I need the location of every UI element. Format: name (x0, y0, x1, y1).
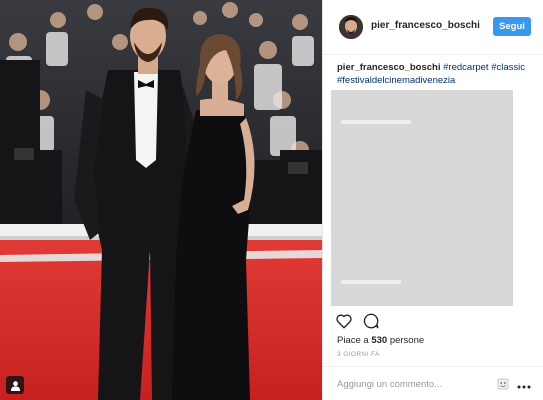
post-side-panel: pier_francesco_boschi Segui pier_frances… (322, 0, 543, 400)
like-button[interactable] (335, 312, 353, 330)
comments-loading-area (331, 90, 513, 306)
likes-number: 530 (371, 335, 388, 346)
photo-illustration (0, 0, 322, 400)
more-options-button[interactable] (517, 377, 531, 395)
heart-icon (336, 314, 352, 329)
post-timestamp: 3 GIORNI FA (337, 351, 380, 358)
add-comment-bar (323, 366, 543, 400)
hashtag-link[interactable]: #redcarpet (443, 62, 488, 73)
follow-button[interactable]: Segui (493, 17, 531, 36)
likes-suffix: persone (389, 335, 425, 346)
post-photo[interactable] (0, 0, 322, 400)
hashtag-link[interactable]: #festivaldelcinemadivenezia (337, 75, 455, 86)
comments-scrollbar[interactable] (538, 90, 543, 306)
likes-count[interactable]: Piace a 530 persone (337, 335, 424, 346)
placeholder-line (341, 120, 411, 124)
likes-prefix: Piace a (337, 335, 369, 346)
more-options-icon (517, 385, 531, 389)
username-link[interactable]: pier_francesco_boschi (371, 20, 480, 31)
hashtag-link[interactable]: #classic (491, 62, 525, 73)
tagged-people-button[interactable] (6, 376, 24, 394)
placeholder-line (341, 280, 401, 284)
comment-options (497, 377, 531, 395)
post-actions (335, 310, 380, 332)
post-header: pier_francesco_boschi Segui (323, 0, 543, 55)
person-tag-icon (10, 380, 20, 391)
instagram-post-window: pier_francesco_boschi Segui pier_frances… (0, 0, 543, 400)
avatar[interactable] (339, 15, 363, 39)
comment-button[interactable] (362, 312, 380, 330)
comment-input[interactable] (337, 375, 487, 393)
sticker-icon (497, 378, 509, 390)
avatar-image (339, 15, 363, 39)
post-caption: pier_francesco_boschi #redcarpet #classi… (337, 61, 537, 87)
caption-username[interactable]: pier_francesco_boschi (337, 62, 441, 73)
sticker-button[interactable] (497, 377, 509, 395)
comment-bubble-icon (363, 313, 379, 329)
